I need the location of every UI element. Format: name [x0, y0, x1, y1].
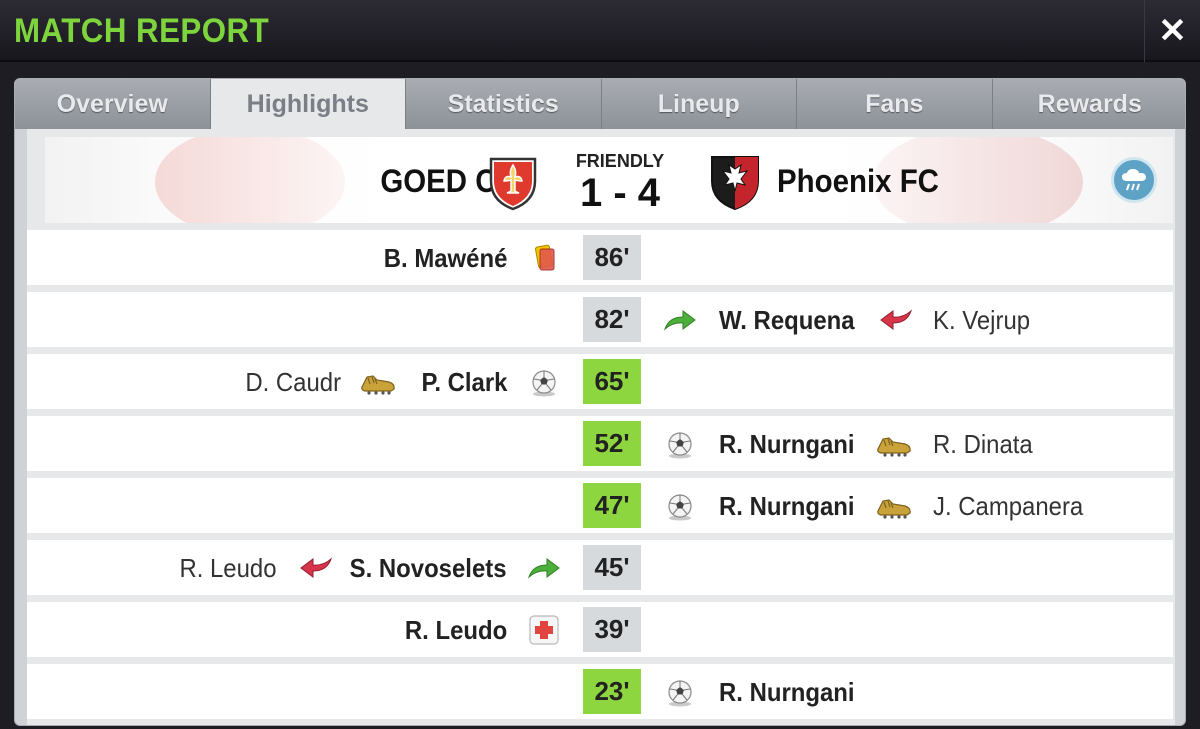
home-player-out-name: R. Leudo [179, 553, 277, 583]
yellow-card-icon [527, 243, 561, 273]
home-player-name: R. Leudo [404, 615, 507, 645]
match-type-label: FRIENDLY [575, 151, 665, 171]
close-icon[interactable]: ✕ [1144, 0, 1200, 62]
event-row: R. Leudo 39' [27, 602, 1173, 657]
away-team-name: Phoenix FC [777, 163, 939, 199]
match-report-panel: Overview Highlights Statistics Lineup Fa… [14, 78, 1186, 726]
sub-out-arrow-icon [877, 305, 915, 335]
event-row: R. Leudo S. Novoselets 45' [27, 540, 1173, 595]
assist-boot-icon [875, 429, 913, 459]
home-player-name: B. Mawéné [383, 243, 507, 273]
away-assist-name: J. Campanera [933, 491, 1084, 521]
goal-ball-icon [663, 429, 697, 459]
event-row: 23' R. Nurngani [27, 664, 1173, 719]
event-minute: 23' [583, 669, 641, 714]
away-scorer-name: R. Nurngani [719, 429, 855, 459]
banner-decoration [155, 137, 345, 223]
home-player-in-name: S. Novoselets [350, 553, 507, 583]
event-row: D. Caudr P. Clark 65' [27, 354, 1173, 409]
event-row: 47' R. Nurngani J. Campanera [27, 478, 1173, 533]
away-team-crest-icon [711, 156, 759, 211]
event-minute: 65' [583, 359, 641, 404]
match-banner: GOED C.F FRIENDLY 1 - 4 Phoenix FC [45, 137, 1173, 223]
title-bar: MATCH REPORT ✕ [0, 0, 1200, 62]
tab-overview[interactable]: Overview [15, 79, 211, 129]
home-assist-name: D. Caudr [245, 367, 341, 397]
event-minute: 39' [583, 607, 641, 652]
away-scorer-name: R. Nurngani [719, 491, 855, 521]
sub-out-arrow-icon [297, 553, 335, 583]
event-row: 52' R. Nurngani R. Dinata [27, 416, 1173, 471]
home-scorer-name: P. Clark [420, 367, 507, 397]
home-team-crest-icon [489, 157, 537, 211]
away-player-in-name: W. Requena [719, 305, 855, 335]
tab-statistics[interactable]: Statistics [406, 79, 602, 129]
window-title: MATCH REPORT [14, 12, 270, 50]
tab-lineup[interactable]: Lineup [601, 79, 797, 129]
injury-icon [527, 615, 561, 645]
event-row: 82' W. Requena K. Vejrup [27, 292, 1173, 347]
event-minute: 52' [583, 421, 641, 466]
away-scorer-name: R. Nurngani [719, 677, 855, 707]
tab-fans[interactable]: Fans [797, 79, 993, 129]
tab-rewards[interactable]: Rewards [992, 79, 1185, 129]
sub-in-arrow-icon [661, 305, 699, 335]
away-assist-name: R. Dinata [933, 429, 1033, 459]
event-minute: 47' [583, 483, 641, 528]
away-player-out-name: K. Vejrup [933, 305, 1031, 335]
event-row: B. Mawéné 86' [27, 230, 1173, 285]
sub-in-arrow-icon [525, 553, 563, 583]
tab-highlights[interactable]: Highlights [210, 79, 406, 129]
event-minute: 45' [583, 545, 641, 590]
tab-bar: Overview Highlights Statistics Lineup Fa… [15, 79, 1185, 129]
goal-ball-icon [663, 677, 697, 707]
highlights-content: GOED C.F FRIENDLY 1 - 4 Phoenix FC B. Ma… [27, 129, 1175, 725]
assist-boot-icon [359, 367, 397, 397]
rain-cloud-icon[interactable] [1111, 157, 1157, 203]
goal-ball-icon [663, 491, 697, 521]
assist-boot-icon [875, 491, 913, 521]
match-score: 1 - 4 [579, 171, 661, 215]
goal-ball-icon [527, 367, 561, 397]
event-minute: 82' [583, 297, 641, 342]
event-minute: 86' [583, 235, 641, 280]
